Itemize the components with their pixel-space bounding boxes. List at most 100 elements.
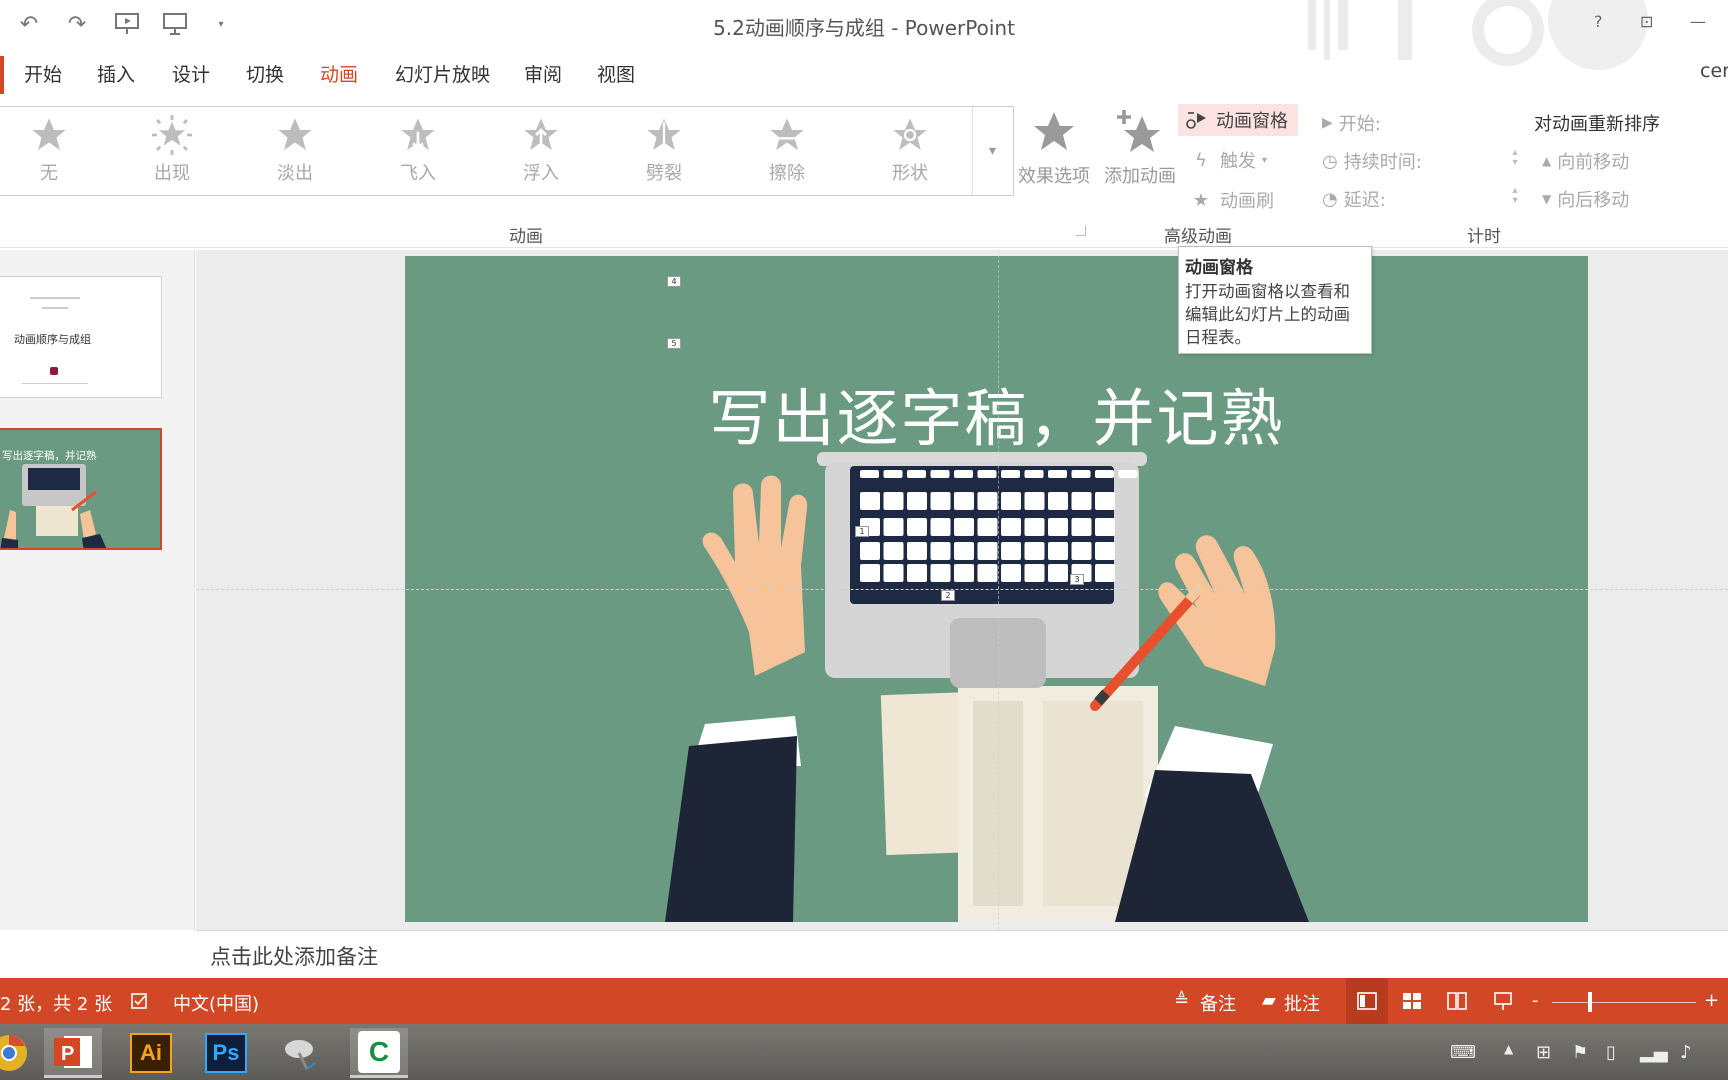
keyboard-icon[interactable]: ⌨ <box>1450 1042 1476 1063</box>
normal-view-icon[interactable] <box>1356 990 1378 1012</box>
chrome-app[interactable] <box>0 1028 38 1078</box>
thumb-text-line <box>42 307 68 309</box>
title-bar: ↶ ↷ ▾ 5.2动画顺序与成组 - PowerPoint ? ⊡ — <box>0 0 1728 70</box>
notes-placeholder: 点击此处添加备注 <box>210 945 378 969</box>
anim-wipe[interactable]: 擦除 <box>742 115 832 185</box>
windows-icon[interactable]: ⊞ <box>1536 1042 1551 1063</box>
reading-view-icon[interactable] <box>1446 990 1468 1012</box>
animation-pane-button[interactable]: 动画窗格 <box>1178 104 1298 136</box>
add-animation-button[interactable]: 添加动画 <box>1098 108 1182 188</box>
tab-slideshow[interactable]: 幻灯片放映 <box>395 60 490 87</box>
action-center-flag-icon[interactable]: ⚑ <box>1572 1042 1588 1063</box>
star-icon <box>278 118 312 150</box>
powerpoint-icon: P <box>54 1035 92 1068</box>
anim-split[interactable]: 劈裂 <box>619 115 709 185</box>
keyboard-key <box>1048 470 1067 478</box>
spellcheck-icon[interactable] <box>130 990 152 1012</box>
slide-thumbnail-1[interactable]: 动画顺序与成组 <box>0 276 162 398</box>
slide-thumbnail-2[interactable]: 写出逐字稿，并记熟 <box>0 428 162 550</box>
slide-title[interactable]: 写出逐字稿，并记熟 <box>405 368 1588 458</box>
camtasia-icon: C <box>358 1030 400 1073</box>
illustrator-app[interactable]: Ai <box>122 1028 180 1078</box>
comment-icon[interactable]: ▰ <box>1262 990 1276 1011</box>
anim-shape[interactable]: 形状 <box>865 115 955 185</box>
photoshop-app[interactable]: Ps <box>197 1028 255 1078</box>
keyboard-key <box>1095 518 1115 536</box>
keyboard-key <box>954 518 974 536</box>
slide-thumbnails-pane: 动画顺序与成组 写出逐字稿，并记熟 <box>0 250 195 930</box>
tab-review[interactable]: 审阅 <box>524 60 562 87</box>
animation-order-tag[interactable]: 3 <box>1070 574 1084 585</box>
satellite-app[interactable] <box>272 1028 330 1078</box>
minimize-button[interactable]: — <box>1690 12 1706 31</box>
network-icon[interactable]: ▂▄ <box>1640 1042 1668 1063</box>
thumb2-illustration <box>0 464 107 548</box>
keyboard-key <box>954 542 974 560</box>
animation-order-tag[interactable]: 4 <box>667 276 681 287</box>
slideshow-view-icon[interactable] <box>1492 990 1514 1012</box>
keyboard-key <box>1001 542 1021 560</box>
keyboard-key <box>977 470 997 478</box>
tab-transitions[interactable]: 切换 <box>246 60 284 87</box>
help-button[interactable]: ? <box>1594 12 1603 31</box>
illustrator-icon: Ai <box>130 1033 172 1073</box>
keyboard-key <box>930 492 951 510</box>
move-earlier-button[interactable]: ▲ 向前移动 <box>1542 146 1629 176</box>
animation-order-tag[interactable]: 5 <box>667 338 681 349</box>
show-hidden-icons-icon[interactable]: ▲ <box>1504 1042 1513 1056</box>
animation-painter-button[interactable]: ★ 动画刷 <box>1188 184 1274 216</box>
tooltip-body: 打开动画窗格以查看和编辑此幻灯片上的动画日程表。 <box>1185 282 1350 347</box>
tab-home[interactable]: 开始 <box>24 60 62 87</box>
notes-toggle-icon[interactable]: ≜ <box>1174 990 1189 1011</box>
tab-animations[interactable]: 动画 <box>320 60 358 87</box>
photoshop-icon: Ps <box>205 1033 247 1073</box>
keyboard-key <box>1024 518 1045 536</box>
volume-icon[interactable]: ♪ <box>1680 1042 1692 1063</box>
keyboard-key <box>883 518 904 536</box>
delay-field[interactable]: ◔ 延迟: <box>1322 184 1386 214</box>
notes-pane[interactable]: 点击此处添加备注 <box>196 930 1728 978</box>
keyboard-key <box>883 492 904 510</box>
comments-toggle[interactable]: 批注 <box>1284 990 1320 1016</box>
move-later-button[interactable]: ▼ 向后移动 <box>1542 184 1629 214</box>
account-name[interactable]: cer <box>1700 60 1728 82</box>
group-launcher-icon[interactable] <box>1076 226 1086 236</box>
start-field[interactable]: ▶ 开始: <box>1322 108 1381 138</box>
animation-order-tag[interactable]: 1 <box>855 526 869 537</box>
keyboard-key <box>977 518 998 536</box>
anim-appear[interactable]: 出现 <box>127 115 217 185</box>
ribbon-display-icon[interactable]: ⊡ <box>1640 12 1653 31</box>
tab-insert[interactable]: 插入 <box>97 60 135 87</box>
zoom-out-button[interactable]: - <box>1532 990 1539 1011</box>
tab-view[interactable]: 视图 <box>597 60 635 87</box>
keyboard-key <box>954 492 974 510</box>
slide-sorter-icon[interactable] <box>1401 990 1423 1012</box>
anim-float-in[interactable]: 浮入 <box>496 115 586 185</box>
keyboard-key <box>930 518 951 536</box>
zoom-slider[interactable] <box>1552 1002 1696 1003</box>
anim-fly-in[interactable]: 飞入 <box>373 115 463 185</box>
anim-fade[interactable]: 淡出 <box>250 115 340 185</box>
split-star-icon <box>647 118 681 150</box>
zoom-slider-thumb[interactable] <box>1588 992 1592 1012</box>
animation-painter-label: 动画刷 <box>1220 191 1274 212</box>
delay-spinner[interactable]: ▴ ▾ <box>1508 186 1522 206</box>
fly-star-icon <box>401 118 435 151</box>
duration-spinner[interactable]: ▴ ▾ <box>1508 148 1522 168</box>
duration-field[interactable]: ◷ 持续时间: <box>1322 146 1422 176</box>
powerpoint-app[interactable]: P <box>44 1028 102 1078</box>
anim-none[interactable]: 无 <box>4 115 94 185</box>
gallery-more-button[interactable]: ▾ <box>972 107 1012 195</box>
keyboard-key <box>1095 470 1114 478</box>
zoom-in-button[interactable]: + <box>1704 990 1719 1011</box>
trigger-button[interactable]: ϟ 触发 ▾ <box>1188 144 1267 176</box>
keyboard-key <box>954 564 974 582</box>
effect-options-button[interactable]: 效果选项 <box>1012 108 1096 188</box>
tab-accent-bar <box>0 56 4 94</box>
animation-order-tag[interactable]: 2 <box>941 590 955 601</box>
power-icon[interactable]: ▯ <box>1606 1042 1616 1063</box>
notes-toggle[interactable]: 备注 <box>1200 990 1236 1016</box>
camtasia-app[interactable]: C <box>350 1028 408 1078</box>
tab-design[interactable]: 设计 <box>172 60 210 87</box>
language-indicator[interactable]: 中文(中国) <box>173 990 259 1016</box>
